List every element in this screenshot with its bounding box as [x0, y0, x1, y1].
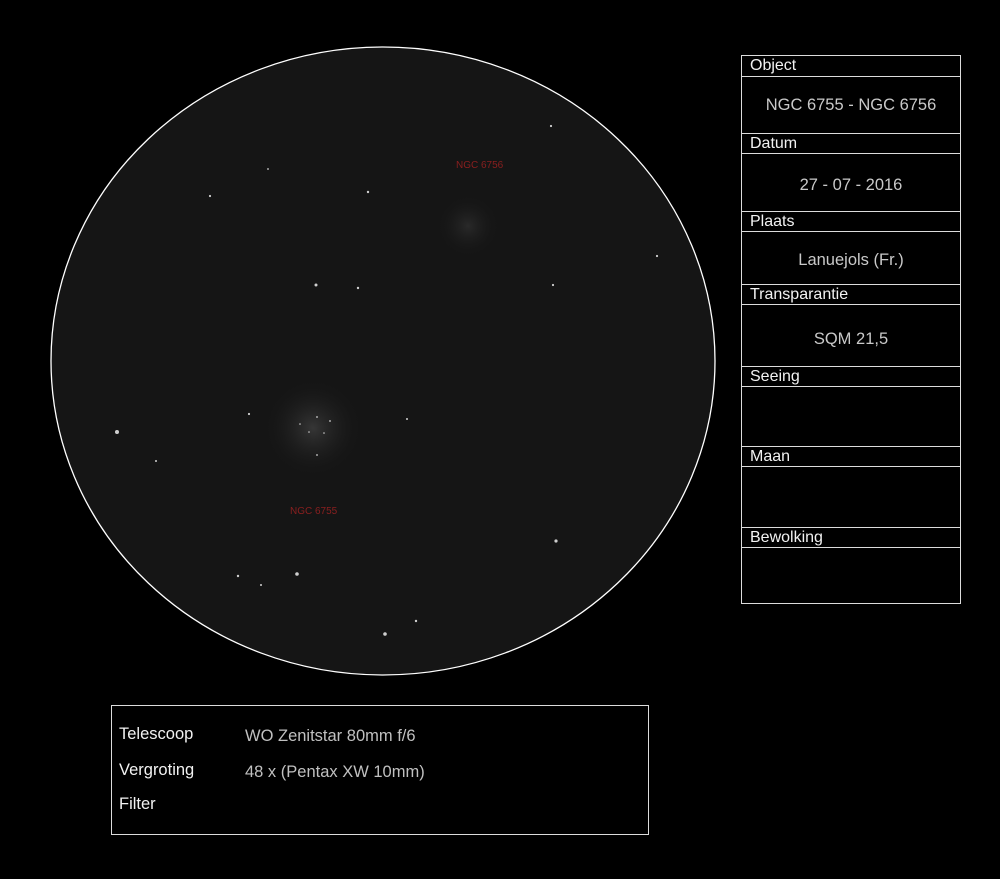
- star: [549, 124, 553, 128]
- star: [316, 454, 318, 456]
- star: [236, 574, 240, 578]
- ngc6755-glow: [263, 378, 363, 478]
- star: [299, 423, 301, 425]
- star: [383, 632, 387, 636]
- object-header: Object: [742, 56, 960, 77]
- telescope-value: WO Zenitstar 80mm f/6: [245, 727, 416, 745]
- star: [115, 430, 119, 434]
- star: [314, 283, 318, 287]
- star: [247, 412, 251, 416]
- star: [308, 431, 310, 433]
- place-value: Lanuejols (Fr.): [798, 251, 904, 269]
- star: [316, 416, 318, 418]
- star: [155, 460, 157, 462]
- star: [208, 194, 212, 198]
- transparency-header: Transparantie: [742, 284, 960, 305]
- magnification-label: Vergroting: [119, 761, 195, 779]
- magnification-value: 48 x (Pentax XW 10mm): [245, 763, 425, 781]
- transparency-value: SQM 21,5: [813, 330, 889, 348]
- filter-label: Filter: [119, 795, 156, 813]
- place-header: Plaats: [742, 211, 960, 232]
- field-of-view: [50, 46, 716, 676]
- star: [551, 283, 555, 287]
- star: [323, 432, 325, 434]
- star: [414, 619, 418, 623]
- star: [356, 286, 360, 290]
- ngc6756-glow: [436, 194, 500, 258]
- telescope-label: Telescoop: [119, 725, 194, 743]
- date-header: Datum: [742, 133, 960, 154]
- star: [295, 572, 299, 576]
- star: [267, 168, 269, 170]
- ngc6756-label: NGC 6756: [456, 160, 504, 171]
- moon-header: Maan: [742, 446, 960, 467]
- star: [260, 584, 262, 586]
- seeing-header: Seeing: [742, 366, 960, 387]
- object-value: NGC 6755 - NGC 6756: [765, 96, 937, 114]
- equipment-panel: Telescoop WO Zenitstar 80mm f/6 Vergroti…: [111, 705, 649, 835]
- observation-info-panel: Object NGC 6755 - NGC 6756 Datum 27 - 07…: [741, 55, 961, 604]
- star: [655, 254, 659, 258]
- star: [554, 539, 558, 543]
- star: [329, 420, 331, 422]
- date-value: 27 - 07 - 2016: [799, 176, 903, 194]
- star: [366, 190, 370, 194]
- ngc6755-label: NGC 6755: [290, 506, 338, 517]
- star: [406, 418, 408, 420]
- clouds-header: Bewolking: [742, 527, 960, 548]
